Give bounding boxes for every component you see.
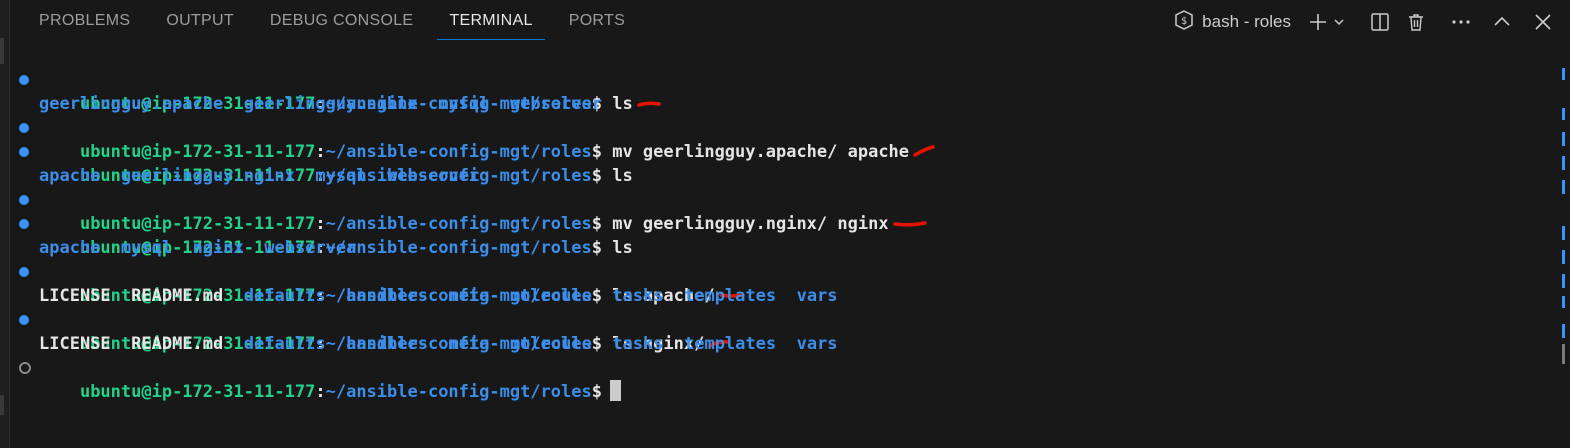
- terminal-name-label: bash - roles: [1202, 12, 1291, 31]
- maximize-panel-chevron-up-icon[interactable]: [1487, 7, 1517, 37]
- launch-profile-chevron-icon[interactable]: [1330, 7, 1348, 37]
- prompt-colon: :: [315, 382, 326, 402]
- directory-entry: meta: [448, 334, 490, 354]
- terminal-line-prompt: ubuntu@ip-172-31-11-177:~/ansible-config…: [9, 212, 1549, 258]
- prompt-user-host: ubuntu@ip-172-31-11-177: [79, 382, 316, 402]
- panel-actions: $ bash - roles: [1174, 0, 1570, 44]
- panel-tabs: PROBLEMS OUTPUT DEBUG CONSOLE TERMINAL P…: [29, 0, 643, 44]
- terminal-line-output: apache mysql nginx webserver: [9, 236, 1549, 260]
- kill-terminal-trash-icon[interactable]: [1401, 7, 1431, 37]
- directory-entry: mysql: [315, 166, 367, 186]
- directory-entry: webserver: [387, 166, 480, 186]
- directory-entry: geerlingguy.nginx: [120, 166, 295, 186]
- terminal-line-prompt: ubuntu@ip-172-31-11-177:~/ansible-config…: [9, 140, 1549, 186]
- directory-entry: vars: [796, 286, 838, 306]
- terminal-line-output: LICENSE README.md defaults handlers meta…: [9, 332, 1549, 356]
- directory-entry: meta: [448, 286, 490, 306]
- command-pending-decoration-icon[interactable]: [19, 362, 31, 374]
- directory-entry: defaults: [243, 286, 326, 306]
- terminal-line-output: LICENSE README.md defaults handlers meta…: [9, 284, 1549, 308]
- terminal-line-prompt: ubuntu@ip-172-31-11-177:~/ansible-config…: [9, 308, 1549, 354]
- command-success-decoration-icon[interactable]: [19, 315, 29, 325]
- directory-entry: templates: [683, 286, 777, 306]
- command-success-decoration-icon[interactable]: [19, 147, 29, 157]
- file-entry: README.md: [131, 286, 224, 306]
- terminal-line-prompt: ubuntu@ip-172-31-11-177:~/ansible-config…: [9, 260, 1549, 306]
- command-success-decoration-icon[interactable]: [19, 195, 29, 205]
- file-entry: LICENSE: [39, 286, 111, 306]
- directory-entry: apache: [39, 238, 101, 258]
- directory-entry: mysql: [438, 94, 490, 114]
- directory-entry: apache: [39, 166, 101, 186]
- command-success-decoration-icon[interactable]: [19, 219, 29, 229]
- directory-entry: templates: [683, 334, 777, 354]
- terminal-line-output: apache geerlingguy.nginx mysql webserver: [9, 164, 1549, 188]
- prompt-dollar: $: [591, 382, 602, 402]
- directory-entry: molecule: [509, 334, 592, 354]
- terminal-icon: $: [1174, 9, 1194, 35]
- new-terminal-plus-icon[interactable]: [1306, 7, 1330, 37]
- file-entry: README.md: [131, 334, 224, 354]
- terminal-line-active-prompt: ubuntu@ip-172-31-11-177:~/ansible-config…: [9, 356, 1549, 402]
- terminal-cursor[interactable]: [609, 380, 621, 401]
- tab-debug-console[interactable]: DEBUG CONSOLE: [252, 0, 432, 44]
- directory-entry: handlers: [346, 334, 429, 354]
- command-success-decoration-icon[interactable]: [19, 123, 29, 133]
- panel-header: PROBLEMS OUTPUT DEBUG CONSOLE TERMINAL P…: [9, 0, 1570, 44]
- directory-entry: defaults: [243, 334, 326, 354]
- directory-entry: mysql: [120, 238, 173, 258]
- directory-entry: tasks: [612, 334, 664, 354]
- directory-entry: webserver: [264, 238, 357, 258]
- directory-entry: nginx: [192, 238, 244, 258]
- directory-entry: geerlingguy.apache: [39, 94, 224, 114]
- terminal-output[interactable]: ubuntu@ip-172-31-11-177:~/ansible-config…: [9, 68, 1549, 438]
- terminal-line-prompt: ubuntu@ip-172-31-11-177:~/ansible-config…: [9, 116, 1549, 162]
- terminal-line-output: geerlingguy.apache geerlingguy.nginx mys…: [9, 92, 1549, 116]
- prompt-path: ~/ansible-config-mgt/roles: [325, 382, 592, 402]
- tab-ports[interactable]: PORTS: [551, 0, 643, 44]
- more-actions-ellipsis-icon[interactable]: [1446, 7, 1476, 37]
- tab-output[interactable]: OUTPUT: [148, 0, 252, 44]
- tab-terminal[interactable]: TERMINAL: [431, 0, 550, 44]
- directory-entry: tasks: [612, 286, 664, 306]
- directory-entry: geerlingguy.nginx: [243, 94, 418, 114]
- directory-entry: molecule: [509, 286, 592, 306]
- command-success-decoration-icon[interactable]: [19, 267, 29, 277]
- svg-text:$: $: [1181, 16, 1187, 27]
- directory-entry: vars: [796, 334, 838, 354]
- directory-entry: webserver: [509, 94, 602, 114]
- overview-ruler[interactable]: [1560, 44, 1566, 448]
- split-terminal-icon[interactable]: [1365, 7, 1395, 37]
- file-entry: LICENSE: [39, 334, 111, 354]
- command-success-decoration-icon[interactable]: [19, 75, 29, 85]
- tab-problems[interactable]: PROBLEMS: [29, 0, 148, 44]
- terminal-selector[interactable]: $ bash - roles: [1174, 9, 1291, 35]
- directory-entry: handlers: [346, 286, 429, 306]
- terminal-line-prompt: ubuntu@ip-172-31-11-177:~/ansible-config…: [9, 68, 1549, 114]
- close-panel-icon[interactable]: [1528, 7, 1558, 37]
- terminal-line-prompt: ubuntu@ip-172-31-11-177:~/ansible-config…: [9, 188, 1549, 234]
